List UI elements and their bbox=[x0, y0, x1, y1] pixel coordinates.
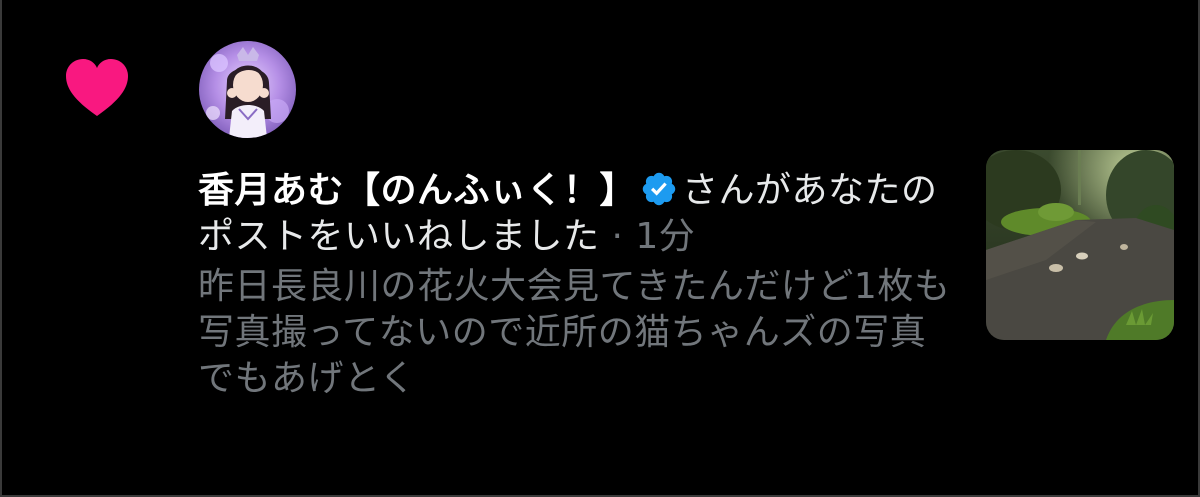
post-thumbnail-image[interactable] bbox=[986, 150, 1174, 340]
notification-text[interactable]: 香月あむ【のんふぃく！】 さんがあなたのポストをいいねしました · 1分 昨日長良… bbox=[198, 168, 958, 402]
notification-item[interactable]: 香月あむ【のんふぃく！】 さんがあなたのポストをいいねしました · 1分 昨日長良… bbox=[0, 0, 1200, 497]
display-name[interactable]: 香月あむ【のんふぃく！】 bbox=[198, 170, 636, 211]
user-avatar[interactable] bbox=[199, 41, 296, 138]
separator-dot: · bbox=[611, 216, 624, 257]
post-preview-text: 昨日長良川の花火大会見てきたんだけど1枚も写真撮ってないので近所の猫ちゃんズの写… bbox=[198, 266, 951, 399]
heart-icon bbox=[66, 59, 128, 116]
timestamp: 1分 bbox=[635, 216, 696, 257]
verified-badge-icon bbox=[642, 172, 676, 206]
notification-headline: 香月あむ【のんふぃく！】 さんがあなたのポストをいいねしました · 1分 bbox=[198, 168, 958, 260]
